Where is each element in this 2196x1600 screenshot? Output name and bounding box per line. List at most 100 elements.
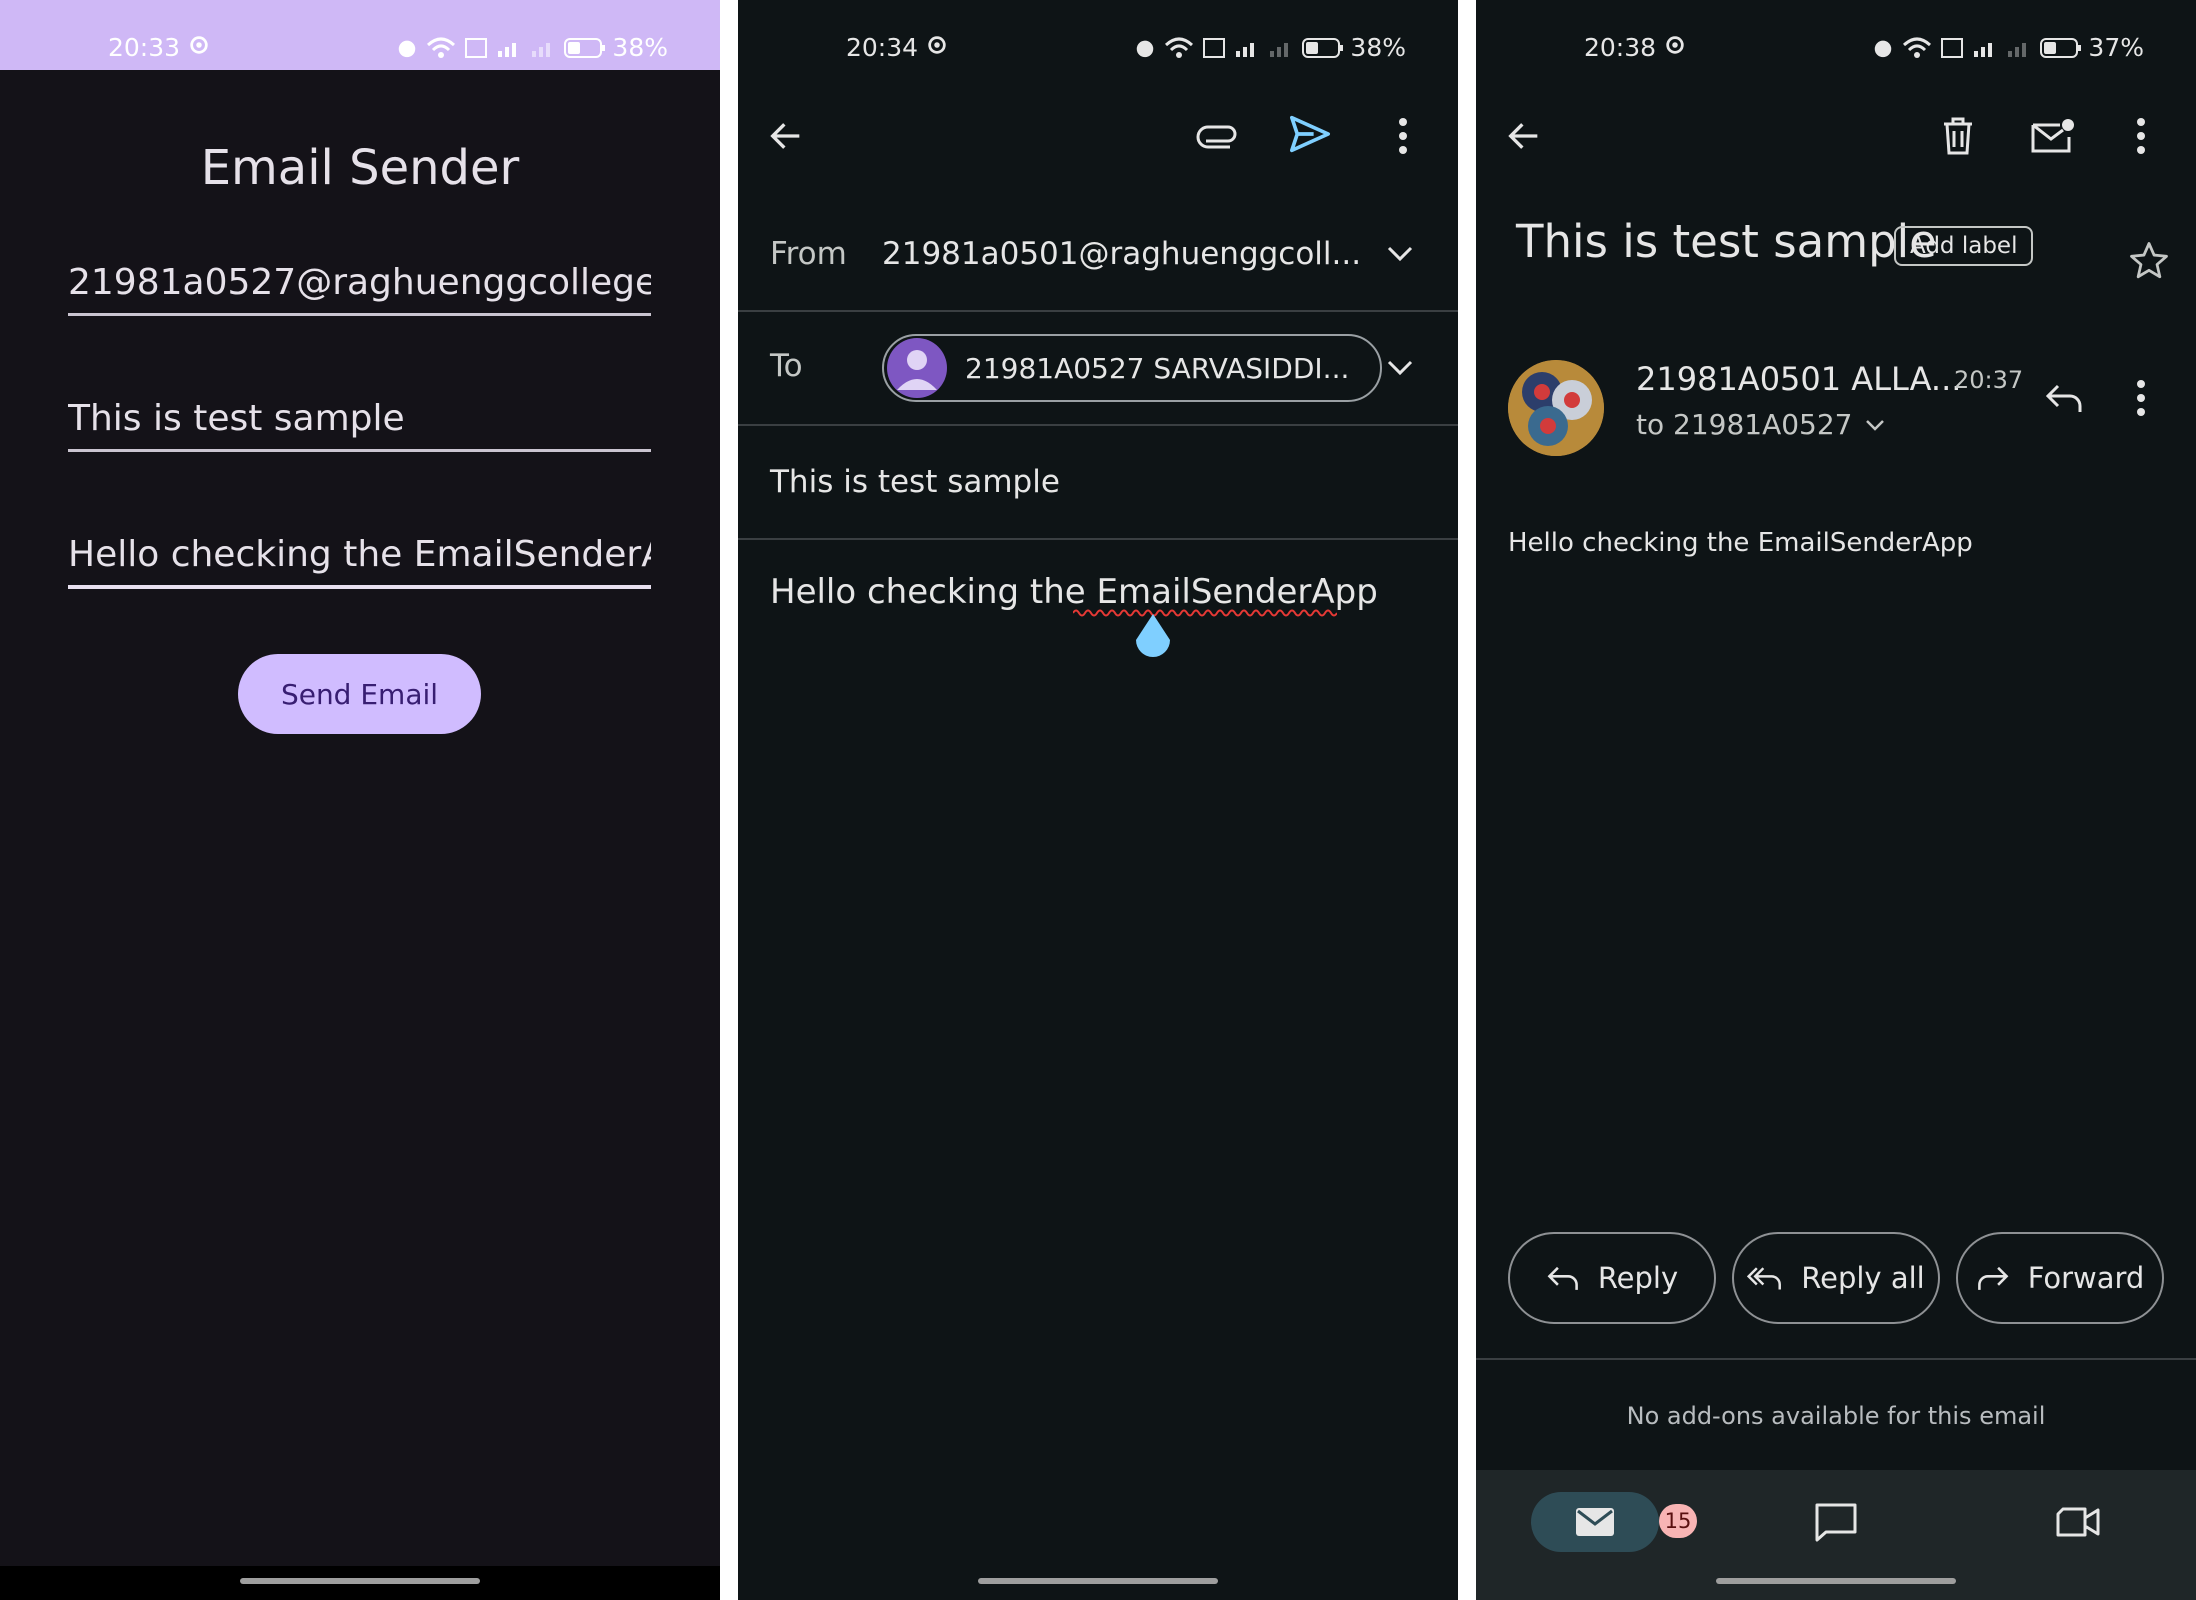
recipient-email-field[interactable]: 21981a0527@raghuenggcollege.in <box>68 262 651 316</box>
avatar <box>887 338 947 398</box>
avatar-image <box>1508 360 1604 456</box>
more-options-button[interactable] <box>1378 108 1428 164</box>
delete-button[interactable] <box>1930 108 1986 164</box>
battery: 38% <box>564 33 668 62</box>
divider <box>1476 1358 2196 1360</box>
back-arrow-icon <box>1508 123 1538 149</box>
forward-label: Forward <box>2027 1261 2145 1295</box>
nav-meet-tab[interactable] <box>2042 1492 2114 1552</box>
mark-unread-icon <box>2031 119 2074 153</box>
chat-icon <box>1815 1503 1857 1542</box>
back-button[interactable] <box>758 108 814 164</box>
mark-unread-button[interactable] <box>2024 108 2080 164</box>
battery-icon <box>564 37 606 58</box>
wifi-icon <box>1165 37 1194 58</box>
status-icons: 38% <box>1134 33 1406 62</box>
reply-label: Reply <box>1597 1261 1679 1295</box>
status-time: 20:34 <box>846 33 919 62</box>
divider <box>738 424 1458 426</box>
text-cursor-handle[interactable] <box>1132 612 1174 662</box>
back-button[interactable] <box>1496 108 1552 164</box>
alarm-icon <box>1875 40 1892 57</box>
message-subject: This is test sample <box>1516 215 1937 268</box>
chevron-down-icon <box>1387 246 1413 262</box>
gmail-compose-screen: 20:34 38% From 21981a0501@raghuenggcoll.… <box>738 0 1458 1600</box>
gear-icon <box>1666 36 1684 54</box>
send-button[interactable] <box>1280 104 1340 164</box>
from-expand-button[interactable] <box>1378 236 1422 272</box>
reply-all-button[interactable]: Reply all <box>1732 1232 1940 1324</box>
alarm-icon <box>399 40 416 57</box>
star-button[interactable] <box>2124 236 2174 286</box>
status-bar: 20:33 38% <box>0 0 720 70</box>
message-body: Hello checking the EmailSenderApp <box>1508 528 1973 558</box>
star-icon <box>2130 242 2168 279</box>
reply-icon <box>2045 384 2082 412</box>
message-more-button[interactable] <box>2116 370 2166 426</box>
gear-icon <box>928 36 946 54</box>
mail-icon <box>1576 1508 1614 1536</box>
home-indicator[interactable] <box>240 1578 480 1584</box>
to-label: To <box>770 348 803 384</box>
status-bar: 20:34 38% <box>738 0 1458 70</box>
battery-percent: 38% <box>1350 33 1406 62</box>
app-title: Email Sender <box>200 140 520 196</box>
chevron-down-icon <box>1387 360 1413 376</box>
unread-badge: 15 <box>1659 1504 1697 1538</box>
home-indicator[interactable] <box>978 1578 1218 1584</box>
attach-icon <box>1196 125 1237 149</box>
signal-off-icon <box>532 42 551 57</box>
sender-avatar[interactable] <box>1508 360 1604 456</box>
volte-icon <box>1203 37 1226 58</box>
attach-button[interactable] <box>1188 108 1248 164</box>
reply-all-label: Reply all <box>1801 1261 1925 1295</box>
alarm-icon <box>1137 40 1154 57</box>
add-label-button[interactable]: Add label <box>1894 226 2034 266</box>
person-icon <box>897 350 937 390</box>
volte-icon <box>1941 37 1964 58</box>
signal-off-icon <box>1270 42 1289 57</box>
from-label: From <box>770 236 847 272</box>
reply-icon <box>1547 1266 1578 1290</box>
body-field[interactable]: Hello checking the EmailSenderApp <box>770 572 1378 612</box>
recipient-chip[interactable]: 21981A0527 SARVASIDDI... <box>882 334 1382 402</box>
volte-icon <box>465 37 488 58</box>
quick-reply-button[interactable] <box>2036 370 2092 426</box>
back-arrow-icon <box>770 123 800 149</box>
recipients-toggle[interactable]: to 21981A0527 <box>1636 408 1885 441</box>
forward-button[interactable]: Forward <box>1956 1232 2164 1324</box>
battery-percent: 38% <box>612 33 668 62</box>
from-field[interactable]: 21981a0501@raghuenggcoll... <box>882 236 1361 272</box>
spellcheck-underline <box>1073 609 1337 617</box>
more-vert-icon <box>1399 118 1407 154</box>
recipient-chip-label: 21981A0527 SARVASIDDI... <box>965 351 1350 385</box>
more-options-button[interactable] <box>2116 108 2166 164</box>
to-expand-button[interactable] <box>1378 350 1422 386</box>
signal-icon <box>1236 42 1255 57</box>
delete-icon <box>1944 117 1972 155</box>
divider <box>738 538 1458 540</box>
video-icon <box>2056 1507 2100 1537</box>
status-bar: 20:38 37% <box>1476 0 2196 70</box>
sender-name[interactable]: 21981A0501 ALLA... <box>1636 360 1961 398</box>
recipient-line: to 21981A0527 <box>1636 408 1853 441</box>
send-email-button[interactable]: Send Email <box>238 654 481 734</box>
message-time: 20:37 <box>1954 366 2024 394</box>
reply-all-icon <box>1747 1267 1782 1290</box>
battery-icon <box>2040 37 2082 58</box>
nav-chat-tab[interactable] <box>1800 1492 1872 1552</box>
reply-button[interactable]: Reply <box>1508 1232 1716 1324</box>
battery-icon <box>1302 37 1344 58</box>
home-indicator[interactable] <box>1716 1578 1956 1584</box>
nav-mail-tab[interactable]: 15 <box>1531 1492 1697 1552</box>
message-field[interactable]: Hello checking the EmailSenderApp <box>68 534 651 589</box>
forward-icon <box>1977 1266 2009 1290</box>
chevron-down-icon <box>1865 419 1884 431</box>
battery: 37% <box>2040 33 2144 62</box>
email-sender-screen: 20:33 38% Email Sender 21981a0527@raghue… <box>0 0 720 1600</box>
subject-field[interactable]: This is test sample <box>68 398 651 452</box>
divider <box>738 310 1458 312</box>
subject-field[interactable]: This is test sample <box>770 464 1060 500</box>
status-icons: 37% <box>1872 33 2144 62</box>
send-icon <box>1290 115 1330 153</box>
